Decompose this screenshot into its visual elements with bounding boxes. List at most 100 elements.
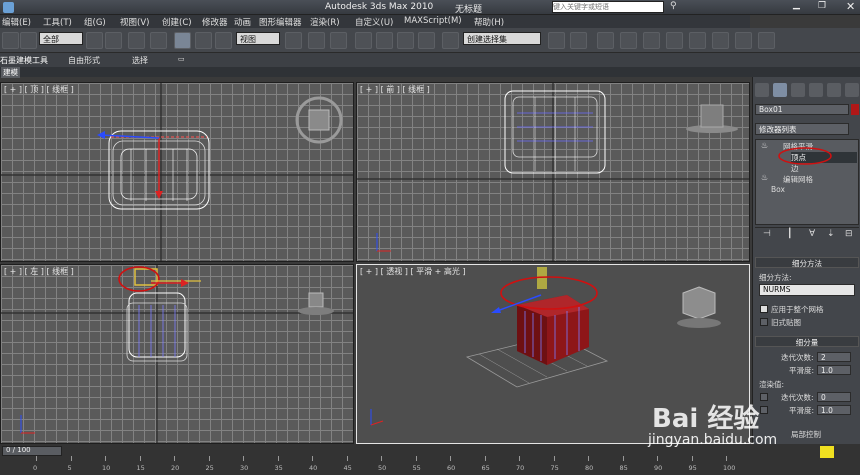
modify-tab-icon[interactable] [773, 83, 787, 97]
subdiv-method-rollout[interactable]: 细分方法 [755, 257, 859, 268]
stack-item-box[interactable]: Box [771, 185, 785, 194]
curve-editor-icon[interactable] [643, 32, 660, 49]
undo-icon[interactable] [2, 32, 19, 49]
viewport-label[interactable]: [ + ] [ 顶 ] [ 线框 ] [4, 84, 74, 95]
scale-icon[interactable] [215, 32, 232, 49]
utilities-tab-icon[interactable] [845, 83, 859, 97]
timeline-tick-label: 75 [550, 464, 559, 472]
menu-group[interactable]: 组(G) [84, 16, 106, 28]
select-by-name-icon[interactable] [105, 32, 122, 49]
bulb-icon[interactable]: ♨ [761, 173, 768, 182]
rendered-frame-icon[interactable] [735, 32, 752, 49]
layer-manager-icon[interactable] [597, 32, 614, 49]
ribbon-sub-label[interactable]: 建模 [1, 67, 20, 78]
timeline-tick [346, 456, 348, 461]
keyboard-shortcut-icon[interactable] [330, 32, 347, 49]
menu-help[interactable]: 帮助(H) [474, 16, 504, 28]
ribbon-toggle-icon[interactable]: ▭ [178, 55, 185, 63]
graphite-tools-icon[interactable] [620, 32, 637, 49]
display-tab-icon[interactable] [827, 83, 841, 97]
menu-graph-editors[interactable]: 图形编辑器 [259, 16, 302, 28]
menu-tools[interactable]: 工具(T) [43, 16, 72, 28]
close-icon[interactable]: ✕ [846, 0, 855, 13]
sofa-wireframe-top[interactable] [1, 83, 354, 262]
maximize-icon[interactable]: ❐ [818, 1, 826, 11]
apply-whole-checkbox[interactable] [760, 305, 768, 313]
make-unique-icon[interactable]: ∀ [809, 229, 815, 239]
render-production-icon[interactable] [758, 32, 775, 49]
local-control-label[interactable]: 局部控制 [791, 429, 821, 440]
link-icon[interactable] [20, 32, 37, 49]
bulb-icon[interactable]: ♨ [761, 141, 768, 150]
sofa-wireframe-front[interactable] [357, 83, 750, 262]
command-panel: Box01 修改器列表 网格平滑 顶点 边 编辑网格 Box ♨ ♨ ⊣ ┃ ∀… [752, 77, 860, 449]
angle-snap-icon[interactable] [376, 32, 393, 49]
menu-modifiers[interactable]: 修改器 [202, 16, 228, 28]
menu-customize[interactable]: 自定义(U) [355, 16, 393, 28]
smoothness-spinner[interactable]: 1.0 [817, 365, 851, 375]
app-logo-icon[interactable] [3, 2, 14, 13]
tab-freeform[interactable]: 自由形式 [68, 55, 100, 66]
motion-tab-icon[interactable] [809, 83, 823, 97]
material-editor-icon[interactable] [689, 32, 706, 49]
configure-sets-icon[interactable]: ⊟ [845, 229, 853, 239]
create-tab-icon[interactable] [755, 83, 769, 97]
menu-maxscript[interactable]: MAXScript(M) [404, 16, 462, 26]
render-setup-icon[interactable] [712, 32, 729, 49]
title-bar: Autodesk 3ds Max 2010 无标题 ⚲ ✕ ❐ ▁ [0, 0, 860, 15]
align-icon[interactable] [570, 32, 587, 49]
rect-region-icon[interactable] [128, 32, 145, 49]
edit-named-selection-icon[interactable] [442, 32, 459, 49]
render-smoothness-spinner[interactable]: 1.0 [817, 405, 851, 415]
subdiv-amount-rollout[interactable]: 细分量 [755, 336, 859, 347]
object-name-field[interactable]: Box01 [755, 104, 849, 115]
pivot-icon[interactable] [285, 32, 302, 49]
iterations-spinner[interactable]: 2 [817, 352, 851, 362]
render-iterations-spinner[interactable]: 0 [817, 392, 851, 402]
viewport-label[interactable]: [ + ] [ 前 ] [ 线框 ] [360, 84, 430, 95]
schematic-view-icon[interactable] [666, 32, 683, 49]
menu-animation[interactable]: 动画 [234, 16, 251, 28]
tab-selection[interactable]: 选择 [132, 55, 148, 66]
window-crossing-icon[interactable] [150, 32, 167, 49]
viewport-front[interactable]: [ + ] [ 前 ] [ 线框 ] [356, 82, 750, 262]
render-iterations-checkbox[interactable] [760, 393, 768, 401]
hierarchy-tab-icon[interactable] [791, 83, 805, 97]
render-smoothness-checkbox[interactable] [760, 406, 768, 414]
manipulate-icon[interactable] [308, 32, 325, 49]
menu-create[interactable]: 创建(C) [162, 16, 192, 28]
move-icon[interactable] [174, 32, 191, 49]
search-input[interactable] [552, 1, 664, 13]
viewport-label[interactable]: [ + ] [ 左 ] [ 线框 ] [4, 266, 74, 277]
minimize-icon[interactable]: ▁ [793, 0, 800, 10]
app-title: Autodesk 3ds Max 2010 [325, 2, 434, 12]
pin-stack-icon[interactable]: ⊣ [763, 229, 771, 239]
show-end-result-icon[interactable]: ┃ [787, 229, 792, 239]
coord-system-dropdown[interactable]: 视图 [236, 32, 280, 45]
select-object-icon[interactable] [86, 32, 103, 49]
menu-views[interactable]: 视图(V) [120, 16, 149, 28]
percent-snap-icon[interactable] [397, 32, 414, 49]
mirror-icon[interactable] [548, 32, 565, 49]
old-style-checkbox[interactable] [760, 318, 768, 326]
viewport-label[interactable]: [ + ] [ 透视 ] [ 平滑 + 高光 ] [360, 266, 466, 277]
rotate-icon[interactable] [195, 32, 212, 49]
remove-modifier-icon[interactable]: ⇣ [827, 229, 835, 239]
snap-3d-icon[interactable] [355, 32, 372, 49]
spinner-snap-icon[interactable] [418, 32, 435, 49]
tab-graphite-modeling[interactable]: 石墨建模工具 [0, 55, 48, 66]
subdiv-method-dropdown[interactable]: NURMS [759, 284, 855, 296]
object-color-swatch[interactable] [851, 104, 859, 115]
key-icon[interactable] [820, 446, 834, 458]
search-icon[interactable]: ⚲ [670, 1, 677, 11]
menu-rendering[interactable]: 渲染(R) [310, 16, 340, 28]
named-selection-dropdown[interactable]: 创建选择集 [463, 32, 541, 45]
stack-item-edit-mesh[interactable]: 编辑网格 [783, 174, 813, 185]
viewport-left[interactable]: [ + ] [ 左 ] [ 线框 ] [0, 264, 354, 444]
timeline-tick [657, 456, 658, 461]
menu-edit[interactable]: 编辑(E) [2, 16, 31, 28]
viewport-top[interactable]: [ + ] [ 顶 ] [ 线框 ] [0, 82, 354, 262]
sofa-wireframe-left[interactable] [1, 265, 354, 444]
modifier-list-dropdown[interactable]: 修改器列表 [755, 123, 849, 135]
selection-filter-dropdown[interactable]: 全部 [39, 32, 83, 45]
